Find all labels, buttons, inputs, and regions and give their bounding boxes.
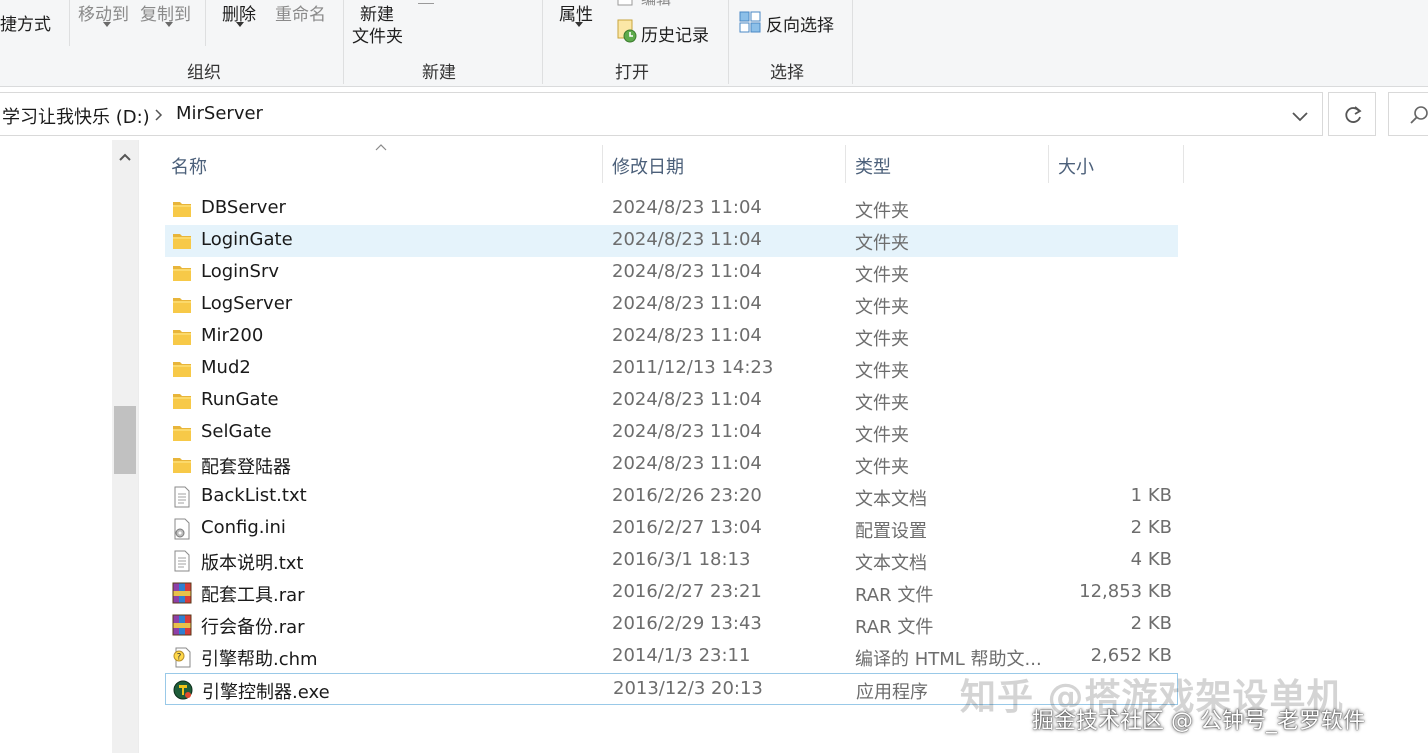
file-name: 配套登陆器 xyxy=(201,457,291,478)
rar-archive-icon xyxy=(171,614,193,636)
file-row[interactable]: Config.ini 2016/2/27 13:04 配置设置 2 KB xyxy=(165,513,1178,545)
rar-archive-icon xyxy=(171,582,193,604)
file-date-modified: 2013/12/3 20:13 xyxy=(613,678,763,699)
file-date-modified: 2024/8/23 11:04 xyxy=(612,389,762,410)
file-row[interactable]: LogServer 2024/8/23 11:04 文件夹 xyxy=(165,289,1178,321)
folder-icon xyxy=(171,230,193,252)
file-date-modified: 2016/2/27 23:21 xyxy=(612,581,762,602)
folder-icon xyxy=(171,198,193,220)
file-date-modified: 2016/2/27 13:04 xyxy=(612,517,762,538)
file-name: 引擎控制器.exe xyxy=(202,682,330,703)
file-name: RunGate xyxy=(201,389,279,410)
folder-icon xyxy=(171,294,193,316)
file-type: 文件夹 xyxy=(855,425,909,446)
file-type: 文件夹 xyxy=(855,457,909,478)
file-type: 文件夹 xyxy=(855,297,909,318)
file-row[interactable]: LoginGate 2024/8/23 11:04 文件夹 xyxy=(165,225,1178,257)
file-name: 引擎帮助.chm xyxy=(201,649,318,670)
folder-icon xyxy=(171,390,193,412)
file-date-modified: 2011/12/13 14:23 xyxy=(612,357,774,378)
text-file-icon xyxy=(171,550,193,572)
file-name: Mud2 xyxy=(201,357,251,378)
file-name: SelGate xyxy=(201,421,272,442)
exe-app-icon xyxy=(172,679,194,701)
file-date-modified: 2024/8/23 11:04 xyxy=(612,421,762,442)
folder-icon xyxy=(171,262,193,284)
watermark-juejin: 掘金技术社区 @ 公钟号_老罗软件 xyxy=(1032,709,1365,734)
file-date-modified: 2016/3/1 18:13 xyxy=(612,549,751,570)
file-size: 1 KB xyxy=(1130,485,1172,506)
file-type: 文件夹 xyxy=(855,201,909,222)
file-size: 2 KB xyxy=(1130,613,1172,634)
file-type: 配置设置 xyxy=(855,521,927,542)
file-name: LoginSrv xyxy=(201,261,280,282)
file-name: LogServer xyxy=(201,293,293,314)
file-type: 文件夹 xyxy=(855,329,909,350)
file-size: 2,652 KB xyxy=(1090,645,1172,666)
file-type: 文件夹 xyxy=(855,361,909,382)
file-row[interactable]: 行会备份.rar 2016/2/29 13:43 RAR 文件 2 KB xyxy=(165,609,1178,641)
file-row[interactable]: 配套登陆器 2024/8/23 11:04 文件夹 xyxy=(165,449,1178,481)
file-date-modified: 2024/8/23 11:04 xyxy=(612,261,762,282)
file-date-modified: 2024/8/23 11:04 xyxy=(612,197,762,218)
file-row[interactable]: DBServer 2024/8/23 11:04 文件夹 xyxy=(165,193,1178,225)
file-date-modified: 2024/8/23 11:04 xyxy=(612,453,762,474)
file-size: 4 KB xyxy=(1130,549,1172,570)
file-name: DBServer xyxy=(201,197,286,218)
file-list: DBServer 2024/8/23 11:04 文件夹 LoginGate 2024/… xyxy=(0,0,1428,753)
file-name: 配套工具.rar xyxy=(201,585,305,606)
file-name: Config.ini xyxy=(201,517,286,538)
file-name: 行会备份.rar xyxy=(201,617,305,638)
file-date-modified: 2024/8/23 11:04 xyxy=(612,293,762,314)
file-date-modified: 2016/2/29 13:43 xyxy=(612,613,762,634)
file-row[interactable]: BackList.txt 2016/2/26 23:20 文本文档 1 KB xyxy=(165,481,1178,513)
file-date-modified: 2024/8/23 11:04 xyxy=(612,229,762,250)
file-type: RAR 文件 xyxy=(855,585,934,606)
file-name: 版本说明.txt xyxy=(201,553,304,574)
file-row[interactable]: RunGate 2024/8/23 11:04 文件夹 xyxy=(165,385,1178,417)
file-row[interactable]: Mud2 2011/12/13 14:23 文件夹 xyxy=(165,353,1178,385)
folder-icon xyxy=(171,326,193,348)
file-type: 文件夹 xyxy=(855,393,909,414)
file-row[interactable]: 配套工具.rar 2016/2/27 23:21 RAR 文件 12,853 KB xyxy=(165,577,1178,609)
file-type: 文件夹 xyxy=(855,265,909,286)
file-name: Mir200 xyxy=(201,325,264,346)
file-name: LoginGate xyxy=(201,229,293,250)
config-file-icon xyxy=(171,518,193,540)
file-row[interactable]: LoginSrv 2024/8/23 11:04 文件夹 xyxy=(165,257,1178,289)
folder-icon xyxy=(171,358,193,380)
file-type: 应用程序 xyxy=(856,682,928,703)
file-date-modified: 2014/1/3 23:11 xyxy=(612,645,751,666)
svg-text:?: ? xyxy=(177,653,182,663)
file-row[interactable]: 版本说明.txt 2016/3/1 18:13 文本文档 4 KB xyxy=(165,545,1178,577)
file-type: 文本文档 xyxy=(855,553,927,574)
chm-help-icon: ? xyxy=(171,646,193,668)
file-row[interactable]: Mir200 2024/8/23 11:04 文件夹 xyxy=(165,321,1178,353)
file-row[interactable]: SelGate 2024/8/23 11:04 文件夹 xyxy=(165,417,1178,449)
file-name: BackList.txt xyxy=(201,485,307,506)
folder-icon xyxy=(171,422,193,444)
file-type: 文件夹 xyxy=(855,233,909,254)
file-type: RAR 文件 xyxy=(855,617,934,638)
file-date-modified: 2024/8/23 11:04 xyxy=(612,325,762,346)
file-size: 2 KB xyxy=(1130,517,1172,538)
folder-icon xyxy=(171,454,193,476)
file-type: 文本文档 xyxy=(855,489,927,510)
text-file-icon xyxy=(171,486,193,508)
file-size: 12,853 KB xyxy=(1079,581,1172,602)
file-date-modified: 2016/2/26 23:20 xyxy=(612,485,762,506)
